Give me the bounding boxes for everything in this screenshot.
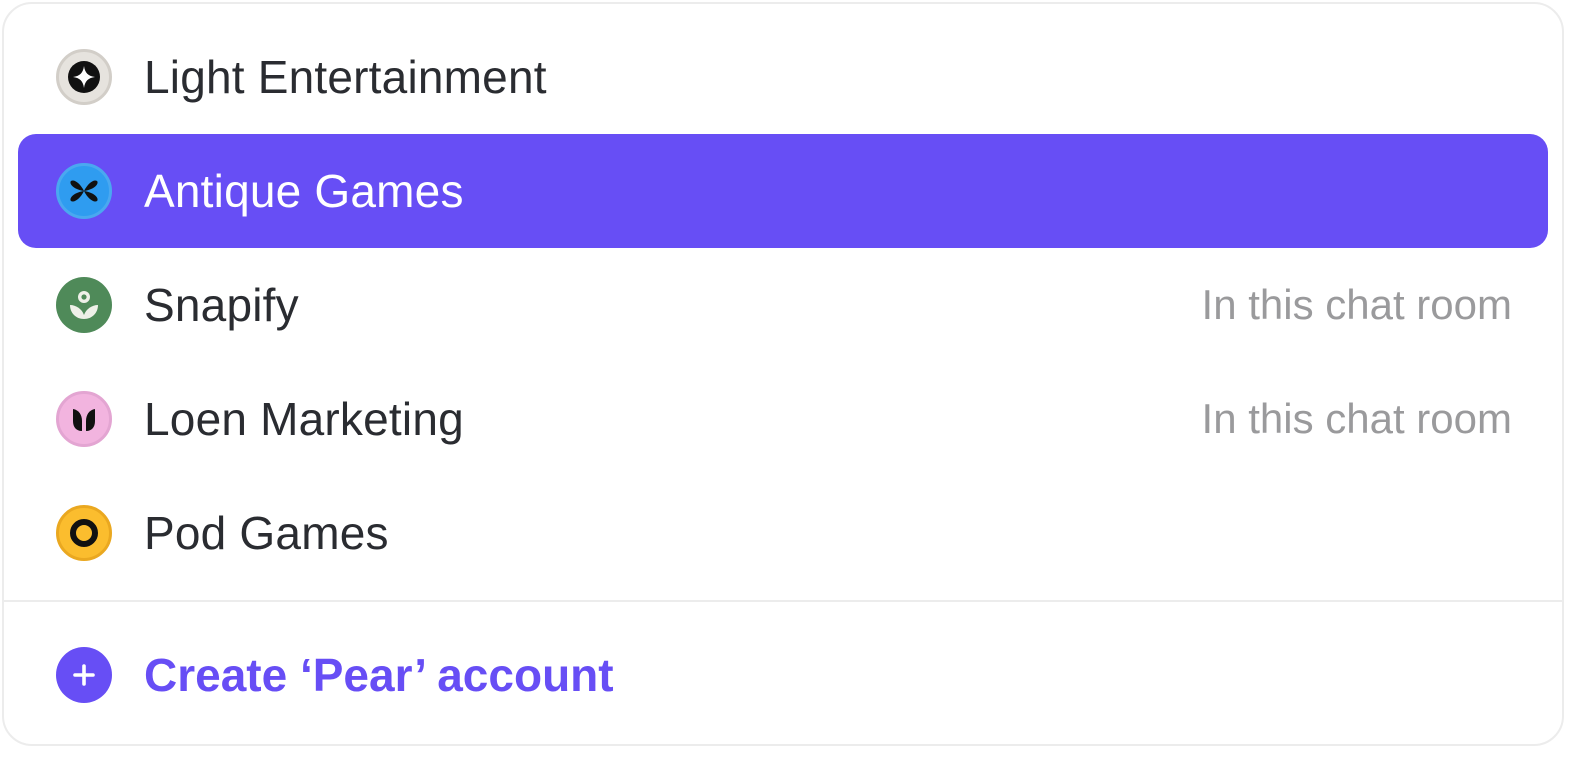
sparkle-icon [56, 49, 112, 105]
plus-icon [56, 647, 112, 703]
account-name: Snapify [144, 279, 299, 331]
tulip-icon [56, 391, 112, 447]
sprout-icon [56, 277, 112, 333]
divider [4, 600, 1562, 602]
account-row-light-entertainment[interactable]: Light Entertainment [18, 20, 1548, 134]
account-name: Antique Games [144, 165, 464, 217]
create-account-button[interactable]: Create ‘Pear’ account [18, 618, 1548, 732]
account-list: Light Entertainment Antique Games Snapif… [4, 20, 1562, 590]
account-name: Pod Games [144, 507, 389, 559]
account-status: In this chat room [1201, 281, 1512, 328]
account-name: Light Entertainment [144, 51, 547, 103]
account-row-loen-marketing[interactable]: Loen Marketing In this chat room [18, 362, 1548, 476]
create-account-label: Create ‘Pear’ account [144, 649, 614, 701]
account-row-pod-games[interactable]: Pod Games [18, 476, 1548, 590]
account-switcher-panel: Light Entertainment Antique Games Snapif… [2, 2, 1564, 746]
account-name: Loen Marketing [144, 393, 464, 445]
account-row-snapify[interactable]: Snapify In this chat room [18, 248, 1548, 362]
butterfly-icon [56, 163, 112, 219]
account-row-antique-games[interactable]: Antique Games [18, 134, 1548, 248]
account-status: In this chat room [1201, 395, 1512, 442]
ring-icon [56, 505, 112, 561]
